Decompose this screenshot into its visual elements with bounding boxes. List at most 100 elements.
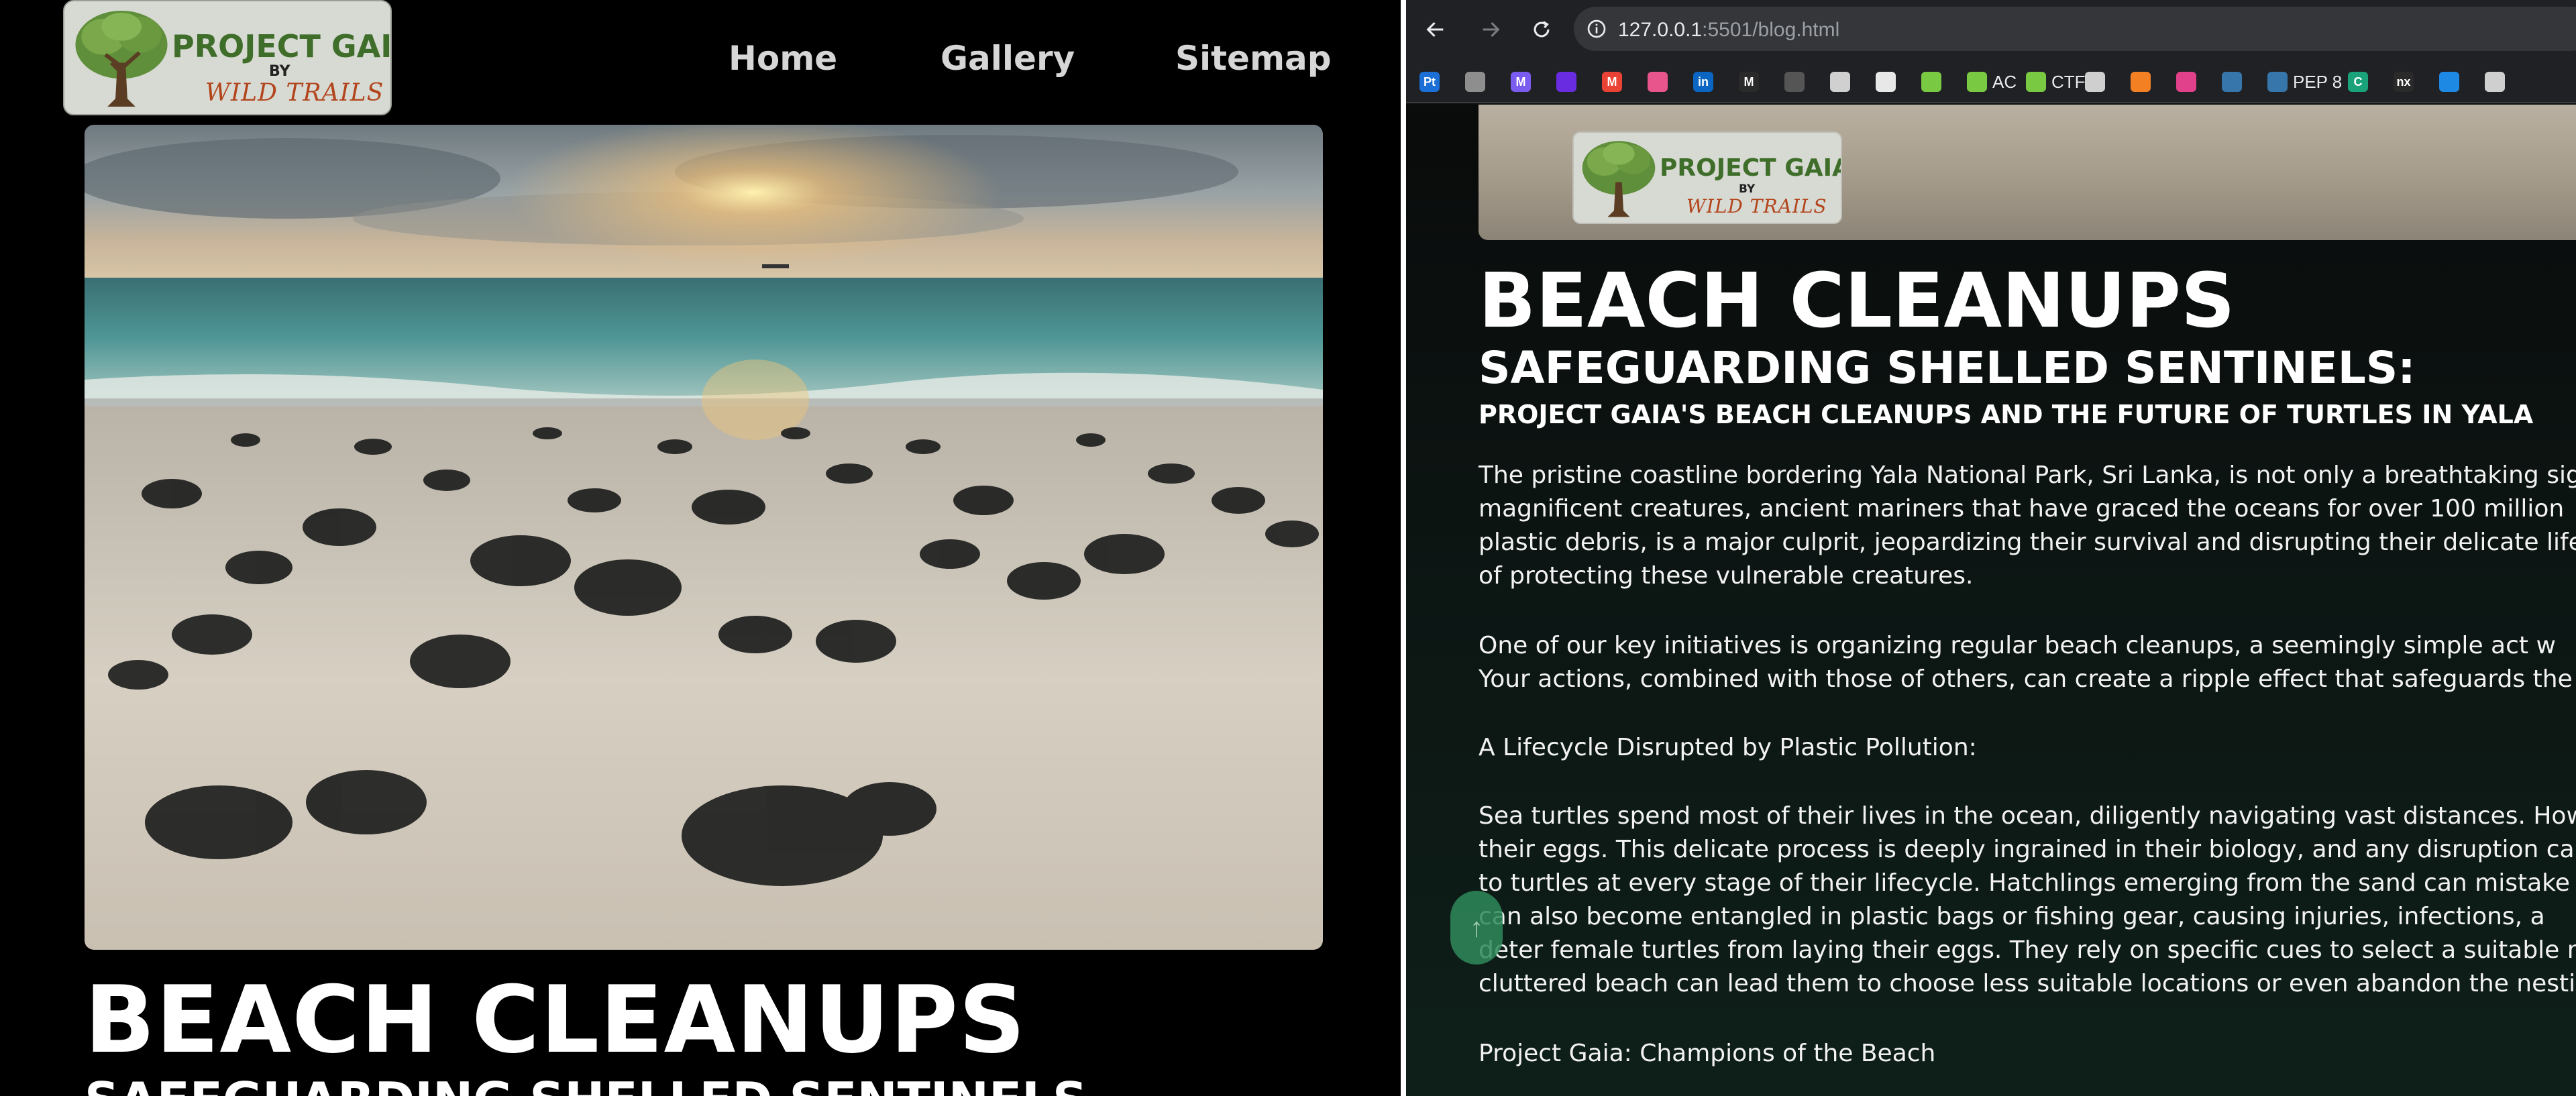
- bookmark-item[interactable]: M: [1511, 70, 1531, 94]
- bookmark-item[interactable]: [1648, 70, 1668, 94]
- bookmark-item[interactable]: CTF: [2026, 70, 2086, 94]
- openai-icon: [2085, 72, 2105, 92]
- tri-icon: [1830, 72, 1850, 92]
- paragraph-line: cluttered beach can lead them to choose …: [1479, 970, 2576, 997]
- bookmark-item[interactable]: [2222, 70, 2242, 94]
- scroll-to-top-button[interactable]: ↑: [1450, 891, 1503, 965]
- python-icon: [2222, 72, 2242, 92]
- tree-logo-icon: [75, 10, 168, 107]
- info-icon[interactable]: [1586, 18, 1607, 40]
- reload-button[interactable]: [1524, 12, 1559, 47]
- bookmark-label: CTF: [2051, 71, 2086, 92]
- linkedin-icon: in: [1693, 72, 1713, 92]
- arrow-up-icon: ↑: [1470, 912, 1483, 942]
- bookmark-item[interactable]: M: [1739, 70, 1759, 94]
- cube-icon: [2026, 72, 2046, 92]
- bookmark-label: PEP 8: [2293, 71, 2343, 92]
- nx-icon: nx: [2394, 72, 2414, 92]
- bookmark-item[interactable]: nx: [2394, 70, 2414, 94]
- bookmark-item[interactable]: [2439, 70, 2459, 94]
- hero-image: [85, 125, 1323, 950]
- stack-icon: [2131, 72, 2151, 92]
- bookmark-item[interactable]: [1830, 70, 1850, 94]
- paragraph-line: Your actions, combined with those of oth…: [1479, 665, 2573, 693]
- paragraph-line: magnificent creatures, ancient mariners …: [1479, 495, 2565, 523]
- pt-icon: Pt: [1419, 72, 1440, 92]
- bookmark-item[interactable]: [2131, 70, 2151, 94]
- bookmark-item[interactable]: [1784, 70, 1805, 94]
- bookmark-item[interactable]: [1556, 70, 1576, 94]
- reload-icon: [1534, 21, 1550, 38]
- paragraph-line: can also become entangled in plastic bag…: [1479, 903, 2545, 930]
- page-subheading: SAFEGUARDING SHELLED SENTINELS:: [1479, 342, 2416, 394]
- arrow-left-icon: [1426, 21, 1444, 38]
- arrow-right-icon: [1483, 21, 1500, 38]
- paragraph-line: to turtles at every stage of their lifec…: [1479, 869, 2570, 897]
- browser-toolbar: 127.0.0.1:5501/blog.html: [1406, 0, 2576, 59]
- apple-icon: [1465, 72, 1485, 92]
- bookmark-item[interactable]: C: [2348, 70, 2368, 94]
- blog-page: PROJECT GAIA BY WILD TRAILS BEACH CLEANU…: [1406, 105, 2576, 1096]
- url-text[interactable]: 127.0.0.1:5501/blog.html: [1618, 19, 1839, 42]
- bookmark-item[interactable]: [2485, 70, 2505, 94]
- bookmark-item[interactable]: M: [1602, 70, 1622, 94]
- logo-by: BY: [269, 63, 290, 80]
- play-icon: [2439, 72, 2459, 92]
- bookmark-item[interactable]: Pt: [1419, 70, 1440, 94]
- bookmark-item[interactable]: [2085, 70, 2105, 94]
- page-subtitle: PROJECT GAIA'S BEACH CLEANUPS AND THE FU…: [1479, 400, 2534, 429]
- section-heading-lifecycle: A Lifecycle Disrupted by Plastic Polluti…: [1479, 734, 1977, 761]
- bookmark-item[interactable]: [1465, 70, 1485, 94]
- paragraph-intro: The pristine coastline bordering Yala Na…: [1479, 459, 2576, 593]
- paragraph-line: The pristine coastline bordering Yala Na…: [1479, 461, 2576, 489]
- pane-divider: [1401, 0, 1406, 1096]
- circle-icon: [2176, 72, 2196, 92]
- browser-window: 127.0.0.1:5501/blog.html Pt M Min M AC CTF PEP…: [1406, 0, 2576, 1096]
- page-subheading: SAFEGUARDING SHELLED SENTINELS: [85, 1072, 1087, 1096]
- paragraph-line: of protecting these vulnerable creatures…: [1479, 562, 1974, 590]
- cube-icon: [1921, 72, 1941, 92]
- paragraph-line: their eggs. This delicate process is dee…: [1479, 836, 2576, 863]
- site-logo[interactable]: PROJECT GAIA BY WILD TRAILS: [1572, 131, 1842, 224]
- page-heading: BEACH CLEANUPS: [1479, 258, 2235, 345]
- bookmark-item[interactable]: [2176, 70, 2196, 94]
- bookmark-item[interactable]: AC: [1967, 70, 2017, 94]
- nav-home-link[interactable]: Home: [729, 39, 837, 78]
- cube-icon: [1967, 72, 1987, 92]
- paragraph-initiatives: One of our key initiatives is organizing…: [1479, 629, 2573, 696]
- bookmark-item[interactable]: [1921, 70, 1941, 94]
- logo-by: BY: [1739, 182, 1756, 196]
- logo-title: PROJECT GAIA: [1660, 154, 1842, 182]
- page-heading: BEACH CLEANUPS: [85, 966, 1026, 1074]
- paragraph-lifecycle: Sea turtles spend most of their lives in…: [1479, 800, 2576, 1001]
- address-bar[interactable]: 127.0.0.1:5501/blog.html: [1574, 7, 2576, 51]
- section-heading-champions: Project Gaia: Champions of the Beach: [1479, 1040, 1936, 1067]
- logo-subtitle: WILD TRAILS: [1686, 195, 1827, 217]
- mail-icon: M: [1511, 72, 1531, 92]
- bookmarks-bar: Pt M Min M AC CTF PEP 8 Cnx: [1406, 59, 2576, 103]
- logo-title: PROJECT GAIA: [172, 28, 392, 64]
- paragraph-line: One of our key initiatives is organizing…: [1479, 632, 2556, 659]
- site-logo[interactable]: PROJECT GAIA BY WILD TRAILS: [63, 0, 392, 115]
- bookmark-item[interactable]: in: [1693, 70, 1713, 94]
- tree-logo-icon: [1582, 141, 1656, 217]
- c-icon: C: [2348, 72, 2368, 92]
- python-icon: [2267, 72, 2288, 92]
- forward-button[interactable]: [1473, 12, 1508, 47]
- nav-gallery-link[interactable]: Gallery: [941, 39, 1075, 78]
- paragraph-line: deter female turtles from laying their e…: [1479, 936, 2576, 964]
- back-button[interactable]: [1418, 12, 1453, 47]
- paragraph-line: plastic debris, is a major culprit, jeop…: [1479, 529, 2576, 556]
- bookmark-item[interactable]: PEP 8: [2267, 70, 2342, 94]
- logo-subtitle: WILD TRAILS: [205, 79, 384, 107]
- bookmark-label: AC: [1992, 71, 2017, 92]
- nav-sitemap-link[interactable]: Sitemap: [1175, 39, 1332, 78]
- gmail-icon: M: [1602, 72, 1622, 92]
- bookmark-item[interactable]: [1876, 70, 1896, 94]
- page-banner: PROJECT GAIA BY WILD TRAILS: [1479, 105, 2576, 240]
- grid-icon: [1784, 72, 1805, 92]
- openai-icon: [2485, 72, 2505, 92]
- left-page-view: PROJECT GAIA BY WILD TRAILS Home Gallery…: [0, 0, 1401, 1096]
- paragraph-line: Sea turtles spend most of their lives in…: [1479, 802, 2576, 830]
- mh-icon: M: [1739, 72, 1759, 92]
